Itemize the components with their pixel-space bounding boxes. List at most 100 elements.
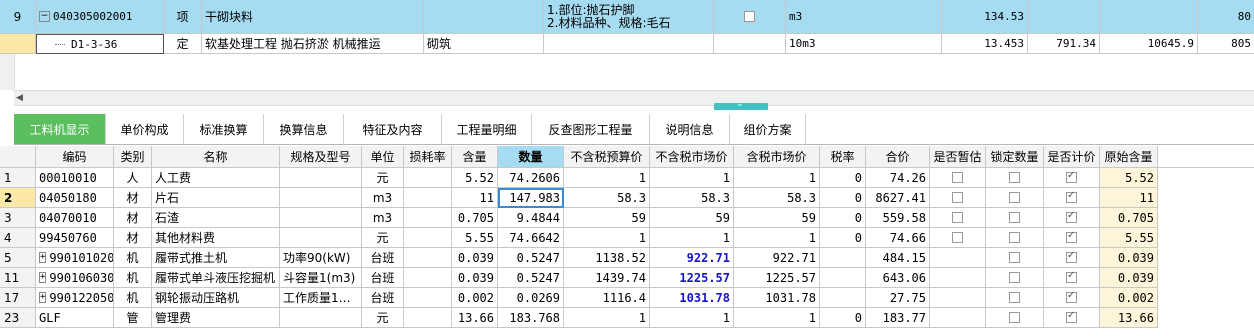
col-tax-market-price[interactable]: 含税市场价 (734, 146, 820, 168)
tab-description[interactable]: 说明信息 (650, 114, 730, 144)
table-row[interactable]: 17 +990122050 机钢轮振动压路机 工作质量1… 台班 0.002 0.0269 1… (0, 288, 1254, 308)
quantity-cell[interactable]: 13.453 (942, 34, 1028, 54)
feature-cell[interactable] (544, 34, 714, 54)
content[interactable]: 13.66 (452, 308, 498, 328)
checkbox[interactable] (1009, 252, 1020, 263)
tab-pricing-plan[interactable]: 组价方案 (730, 114, 806, 144)
lock-checkbox[interactable] (986, 228, 1044, 248)
checkbox[interactable] (1009, 192, 1020, 203)
table-row[interactable]: 11 +990106030 机履带式单斗液压挖掘机 斗容量1(m3) 台班 0.039 0.… (0, 268, 1254, 288)
tab-conversion-info[interactable]: 换算信息 (264, 114, 344, 144)
panel-splitter[interactable]: ⌄ (714, 99, 768, 110)
checkbox[interactable] (1066, 190, 1077, 203)
quantity[interactable]: 0.5247 (498, 268, 564, 288)
checkbox-cell[interactable] (714, 0, 786, 34)
spec-model[interactable]: 斗容量1(m3) (280, 268, 362, 288)
estimate-checkbox[interactable] (930, 208, 986, 228)
checkbox[interactable] (1009, 212, 1020, 223)
col-code[interactable]: 编码 (36, 146, 114, 168)
name-cell[interactable]: 干砌块料 (202, 0, 424, 34)
tab-graphic-quantity[interactable]: 反查图形工程量 (532, 114, 650, 144)
estimate-checkbox[interactable] (930, 248, 986, 268)
quantity[interactable]: 0.5247 (498, 248, 564, 268)
market-price[interactable]: 58.3 (650, 188, 734, 208)
spec-cell[interactable] (424, 0, 544, 34)
quantity[interactable]: 183.768 (498, 308, 564, 328)
col-spec[interactable]: 规格及型号 (280, 146, 362, 168)
content[interactable]: 11 (452, 188, 498, 208)
estimate-checkbox[interactable] (930, 288, 986, 308)
checkbox[interactable] (1066, 210, 1077, 223)
checkbox[interactable] (1066, 250, 1077, 263)
expand-icon[interactable]: + (39, 252, 47, 263)
spec-model[interactable]: 工作质量1… (280, 288, 362, 308)
col-market-price[interactable]: 不含税市场价 (650, 146, 734, 168)
resource-name[interactable]: 履带式推土机 (152, 248, 280, 268)
tab-standard-conversion[interactable]: 标准换算 (184, 114, 264, 144)
tab-labor-material-machine[interactable]: 工料机显示 (14, 114, 106, 144)
priced-checkbox[interactable] (1044, 308, 1100, 328)
table-row[interactable]: 304070010材石渣m30.7059.48445959590559.580.… (0, 208, 1254, 228)
col-quantity[interactable]: 数量 (498, 146, 564, 168)
priced-checkbox[interactable] (1044, 168, 1100, 188)
priced-checkbox[interactable] (1044, 288, 1100, 308)
quantity[interactable]: 147.983 (498, 188, 564, 208)
market-price[interactable]: 922.71 (650, 248, 734, 268)
tab-unit-price[interactable]: 单价构成 (106, 114, 184, 144)
checkbox[interactable] (1009, 312, 1020, 323)
checkbox[interactable] (1009, 292, 1020, 303)
checkbox[interactable] (952, 172, 963, 183)
spec-model[interactable] (280, 308, 362, 328)
spec-model[interactable] (280, 208, 362, 228)
estimate-checkbox[interactable] (930, 228, 986, 248)
col-lock-qty[interactable]: 锁定数量 (986, 146, 1044, 168)
table-row[interactable]: 499450760材其他材料费元5.5574.6642111074.665.55 (0, 228, 1254, 248)
col-priced[interactable]: 是否计价 (1044, 146, 1100, 168)
col-estimate[interactable]: 是否暂估 (930, 146, 986, 168)
content[interactable]: 0.039 (452, 268, 498, 288)
tab-features[interactable]: 特征及内容 (344, 114, 442, 144)
quantity[interactable]: 74.6642 (498, 228, 564, 248)
resource-code[interactable]: +990101020 (36, 248, 114, 268)
expand-icon[interactable]: + (39, 272, 47, 283)
resource-code[interactable]: GLF (36, 308, 114, 328)
checkbox[interactable] (1066, 230, 1077, 243)
priced-checkbox[interactable] (1044, 248, 1100, 268)
tab-quantity-detail[interactable]: 工程量明细 (442, 114, 532, 144)
spec-model[interactable] (280, 168, 362, 188)
lock-checkbox[interactable] (986, 268, 1044, 288)
feature-cell[interactable]: 1.部位:抛石护脚 2.材料品种、规格:毛石 (544, 0, 714, 34)
spec-cell[interactable]: 砌筑 (424, 34, 544, 54)
checkbox[interactable] (744, 11, 755, 22)
lock-checkbox[interactable] (986, 308, 1044, 328)
table-row[interactable]: 23GLF管管理费元13.66183.7681110183.7713.66 (0, 308, 1254, 328)
lock-checkbox[interactable] (986, 288, 1044, 308)
estimate-checkbox[interactable] (930, 268, 986, 288)
market-price[interactable]: 1225.57 (650, 268, 734, 288)
horizontal-scrollbar[interactable]: ◀ (14, 90, 1254, 106)
resource-name[interactable]: 履带式单斗液压挖掘机 (152, 268, 280, 288)
checkbox[interactable] (1009, 272, 1020, 283)
resource-name[interactable]: 管理费 (152, 308, 280, 328)
checkbox[interactable] (1066, 270, 1077, 283)
lock-checkbox[interactable] (986, 168, 1044, 188)
lock-checkbox[interactable] (986, 208, 1044, 228)
priced-checkbox[interactable] (1044, 188, 1100, 208)
lock-checkbox[interactable] (986, 248, 1044, 268)
expand-icon[interactable]: + (39, 292, 47, 303)
quantity-cell[interactable]: 134.53 (942, 0, 1028, 34)
checkbox[interactable] (952, 232, 963, 243)
market-price[interactable]: 1031.78 (650, 288, 734, 308)
checkbox[interactable] (1066, 290, 1077, 303)
table-row[interactable]: 100010010人人工费元5.5274.2606111074.265.52 (0, 168, 1254, 188)
checkbox[interactable] (952, 192, 963, 203)
market-price[interactable]: 59 (650, 208, 734, 228)
estimate-checkbox[interactable] (930, 168, 986, 188)
checkbox[interactable] (1009, 232, 1020, 243)
resource-code[interactable]: +990122050 (36, 288, 114, 308)
resource-name[interactable]: 钢轮振动压路机 (152, 288, 280, 308)
resource-code[interactable]: 00010010 (36, 168, 114, 188)
table-row[interactable]: 5 +990101020 机履带式推土机 功率90(kW) 台班 0.039 0.5247 1… (0, 248, 1254, 268)
checkbox[interactable] (952, 212, 963, 223)
checkbox[interactable] (1066, 170, 1077, 183)
